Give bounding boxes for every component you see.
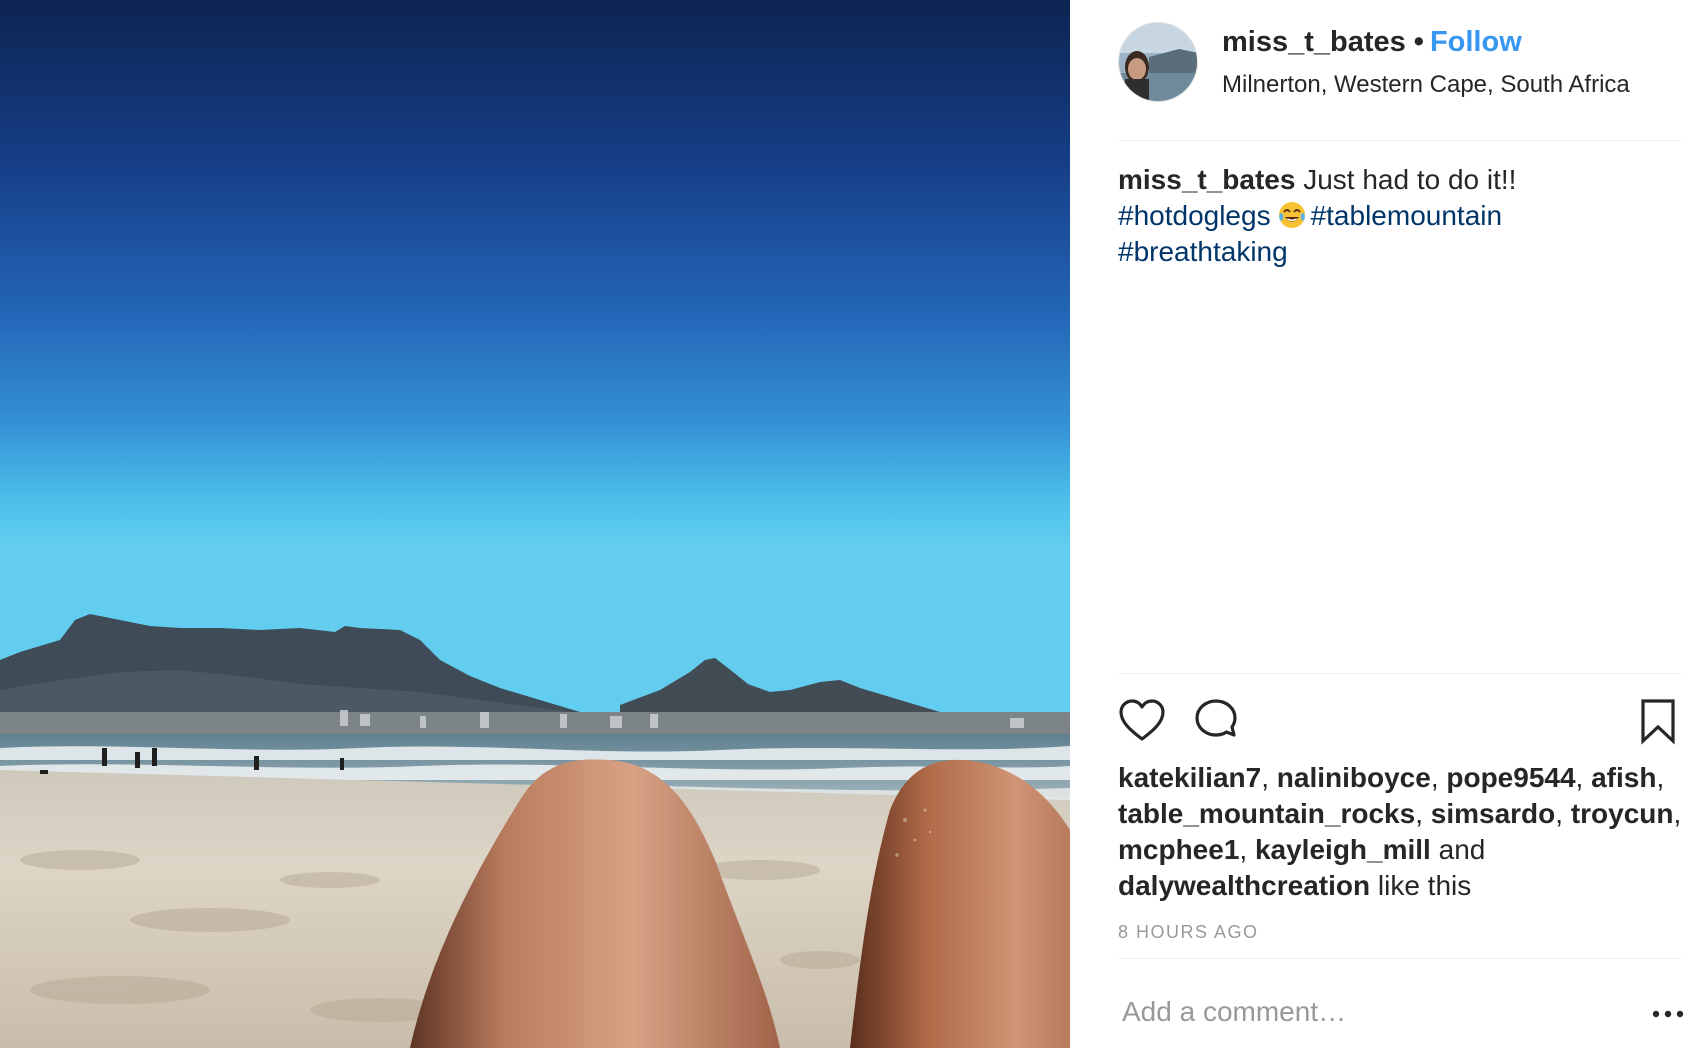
heart-icon[interactable]	[1118, 697, 1166, 745]
hashtag-link[interactable]: #hotdoglegs	[1118, 200, 1271, 231]
liker-username[interactable]: katekilian7	[1118, 762, 1261, 793]
post-caption: miss_t_bates Just had to do it!! #hotdog…	[1118, 162, 1682, 270]
post-header: miss_t_bates • Follow Milnerton, Western C…	[1118, 20, 1682, 141]
post-actions	[1118, 697, 1682, 745]
liker-username[interactable]: table_mountain_rocks	[1118, 798, 1415, 829]
post-author-line: miss_t_bates • Follow	[1222, 26, 1522, 59]
caption-text: Just had to do it!!	[1303, 164, 1517, 195]
liker-username[interactable]: mcphee1	[1118, 834, 1239, 865]
author-username[interactable]: miss_t_bates	[1222, 26, 1406, 58]
post-location[interactable]: Milnerton, Western Cape, South Africa	[1222, 71, 1630, 99]
follow-button[interactable]: Follow	[1430, 26, 1522, 58]
hashtag-link[interactable]: #breathtaking	[1118, 236, 1288, 267]
tears-of-joy-emoji	[1277, 200, 1307, 230]
more-options-icon[interactable]	[1650, 1000, 1686, 1028]
liker-username[interactable]: kayleigh_mill	[1255, 834, 1431, 865]
hashtag-link[interactable]: #tablemountain	[1311, 200, 1502, 231]
liker-username[interactable]: simsardo	[1431, 798, 1556, 829]
liker-username[interactable]: naliniboyce	[1277, 762, 1431, 793]
divider	[1118, 673, 1682, 674]
post-sidebar: miss_t_bates • Follow Milnerton, Western C…	[1070, 0, 1708, 1048]
likes-suffix: like this	[1377, 870, 1472, 901]
caption-username[interactable]: miss_t_bates	[1118, 164, 1295, 195]
likes-summary: katekilian7, naliniboyce, pope9544, afis…	[1118, 762, 1682, 901]
comment-input[interactable]	[1118, 990, 1622, 1034]
post-timestamp[interactable]: 8 HOURS AGO	[1118, 922, 1259, 943]
bookmark-icon[interactable]	[1634, 697, 1682, 745]
instagram-post: miss_t_bates • Follow Milnerton, Western C…	[0, 0, 1708, 1048]
comment-icon[interactable]	[1192, 697, 1240, 745]
avatar[interactable]	[1118, 22, 1198, 102]
liker-username[interactable]: afish	[1591, 762, 1656, 793]
post-photo[interactable]	[0, 0, 1070, 1048]
liker-username[interactable]: dalywealthcreation	[1118, 870, 1370, 901]
likes-and: and	[1438, 834, 1486, 865]
liker-username[interactable]: troycun	[1571, 798, 1674, 829]
liker-username[interactable]: pope9544	[1446, 762, 1575, 793]
divider	[1118, 958, 1682, 959]
separator-dot: •	[1413, 26, 1424, 58]
